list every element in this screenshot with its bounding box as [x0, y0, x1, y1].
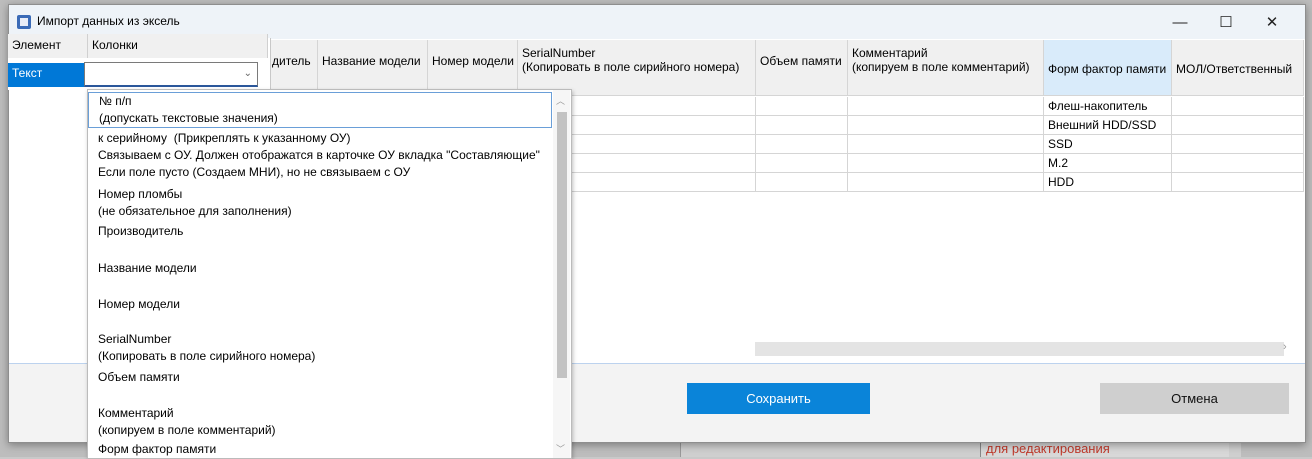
form-factor-cell[interactable]: M.2	[1044, 154, 1172, 173]
table-cell[interactable]	[1172, 135, 1304, 154]
table-cell[interactable]	[848, 135, 1044, 154]
table-cell[interactable]	[570, 97, 756, 116]
column-select-combobox[interactable]: ⌄	[84, 62, 258, 87]
form-factor-cell[interactable]: Внешний HDD/SSD	[1044, 116, 1172, 135]
column-header-comment[interactable]: Комментарий (копируем в поле комментарий…	[848, 40, 1044, 96]
column-dropdown-list[interactable]: № п/п (допускать текстовые значения) к с…	[87, 89, 572, 459]
maximize-button[interactable]: ☐	[1203, 5, 1249, 39]
dropdown-item[interactable]: Объем памяти	[88, 369, 552, 386]
form-factor-cell[interactable]: Флеш-накопитель	[1044, 97, 1172, 116]
table-cell[interactable]	[756, 116, 848, 135]
column-header-element: Элемент	[8, 34, 88, 58]
column-header-serial-number[interactable]: SerialNumber (Копировать в поле сирийног…	[518, 40, 756, 96]
column-header-model-name[interactable]: Название модели	[318, 40, 428, 96]
dropdown-item[interactable]: Номер пломбы (не обязательное для заполн…	[88, 186, 552, 220]
table-cell[interactable]	[756, 173, 848, 192]
dropdown-scrollbar[interactable]: ︿ ﹀	[553, 90, 570, 458]
element-cell-text[interactable]: Текст	[8, 63, 86, 87]
scroll-right-icon[interactable]: ›	[1283, 341, 1287, 353]
table-cell[interactable]	[1172, 97, 1304, 116]
dropdown-item[interactable]: Название модели	[88, 260, 552, 277]
table-cell[interactable]	[570, 154, 756, 173]
column-header-responsible[interactable]: МОЛ/Ответственный	[1172, 40, 1304, 96]
dropdown-item[interactable]: Форм фактор памяти	[88, 441, 552, 458]
scroll-up-icon[interactable]: ︿	[556, 94, 565, 107]
column-header-columns: Колонки	[88, 34, 268, 58]
chevron-down-icon[interactable]: ⌄	[244, 68, 252, 79]
table-cell[interactable]	[756, 154, 848, 173]
app-icon	[17, 15, 31, 29]
dropdown-item[interactable]: Производитель	[88, 223, 552, 240]
horizontal-scrollbar[interactable]	[755, 342, 1284, 356]
dropdown-item[interactable]: Комментарий (копируем в поле комментарий…	[88, 405, 552, 439]
dropdown-scroll-thumb[interactable]	[557, 112, 567, 378]
table-cell[interactable]	[848, 173, 1044, 192]
column-header-manufacturer[interactable]: дитель	[268, 40, 318, 96]
table-cell[interactable]	[570, 116, 756, 135]
table-body: Флеш-накопитель Внешний HDD/SSD SSD M.2 …	[570, 97, 1304, 192]
table-cell[interactable]	[848, 116, 1044, 135]
window-title: Импорт данных из эксель	[37, 14, 180, 28]
save-button[interactable]: Сохранить	[687, 383, 870, 414]
minimize-button[interactable]: —	[1157, 5, 1203, 39]
table-cell[interactable]	[1172, 116, 1304, 135]
column-header-form-factor[interactable]: Форм фактор памяти	[1044, 40, 1172, 96]
close-button[interactable]: ✕	[1249, 5, 1295, 39]
table-cell[interactable]	[756, 135, 848, 154]
table-cell[interactable]	[848, 97, 1044, 116]
column-header-model-number[interactable]: Номер модели	[428, 40, 518, 96]
dropdown-item[interactable]: Номер модели	[88, 296, 552, 313]
dropdown-item[interactable]: № п/п (допускать текстовые значения)	[88, 92, 552, 128]
cancel-button[interactable]: Отмена	[1100, 383, 1289, 414]
table-cell[interactable]	[570, 173, 756, 192]
column-header-memory-size[interactable]: Объем памяти	[756, 40, 848, 96]
table-cell[interactable]	[1172, 173, 1304, 192]
scroll-down-icon[interactable]: ﹀	[556, 442, 565, 455]
form-factor-cell[interactable]: SSD	[1044, 135, 1172, 154]
dropdown-item[interactable]: к серийному (Прикреплять к указанному ОУ…	[88, 130, 552, 181]
dropdown-item[interactable]: SerialNumber (Копировать в поле сирийног…	[88, 331, 552, 365]
table-cell[interactable]	[1172, 154, 1304, 173]
table-cell[interactable]	[848, 154, 1044, 173]
table-cell[interactable]	[570, 135, 756, 154]
form-factor-cell[interactable]: HDD	[1044, 173, 1172, 192]
table-cell[interactable]	[756, 97, 848, 116]
